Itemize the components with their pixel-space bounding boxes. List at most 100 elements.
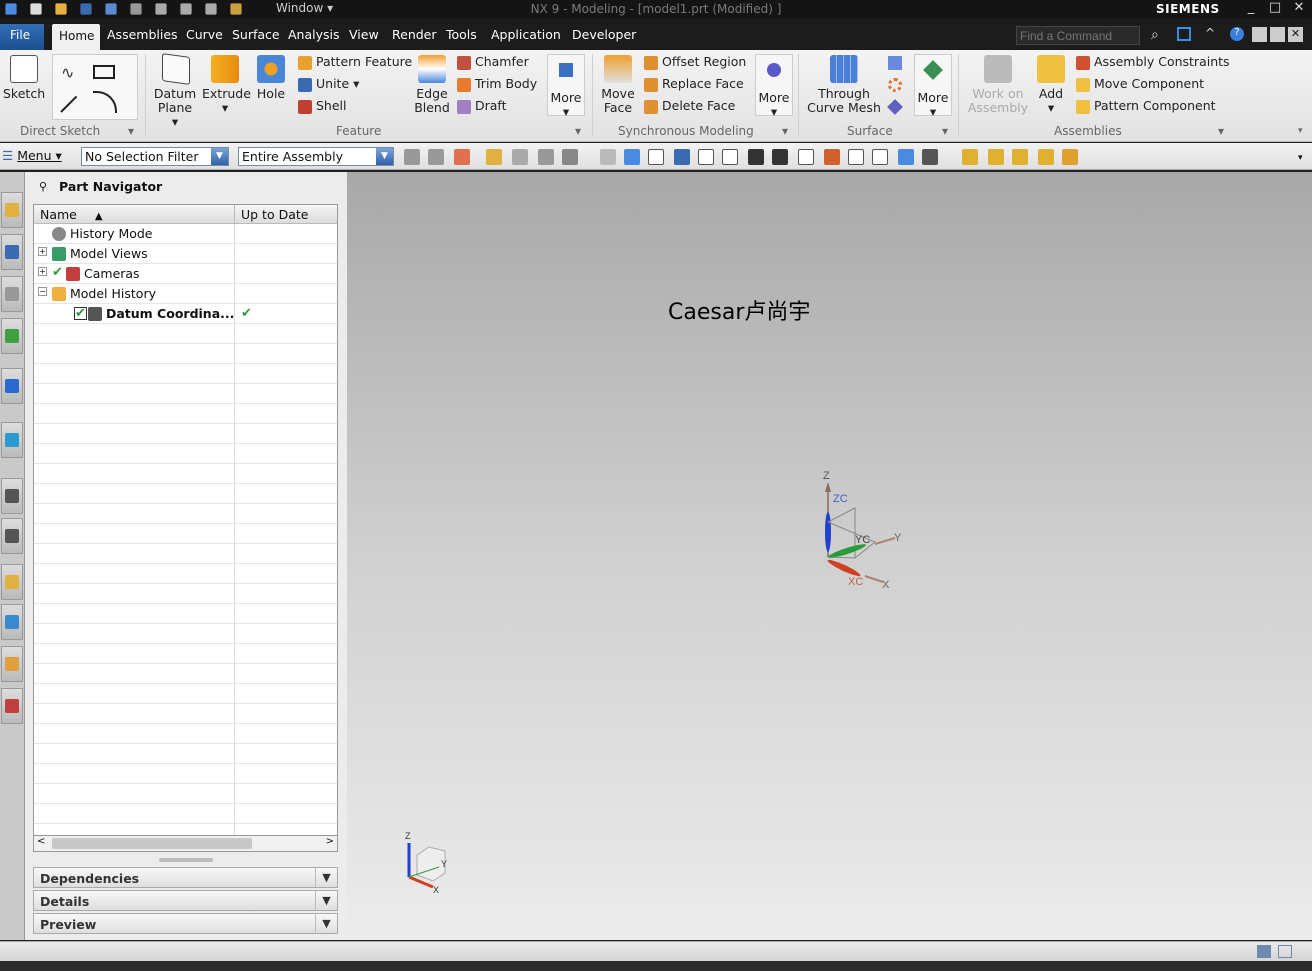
expand-icon[interactable]: +	[38, 247, 47, 256]
snap-settings-icon[interactable]	[674, 149, 690, 165]
offset-region-button[interactable]: Offset Region	[644, 54, 746, 70]
scrollbar-thumb[interactable]	[52, 838, 252, 849]
splitter-handle[interactable]	[159, 858, 213, 862]
tree-node[interactable]: History Mode	[34, 224, 337, 244]
trim-body-button[interactable]: Trim Body	[457, 76, 537, 92]
open-icon[interactable]	[55, 3, 67, 15]
details-section[interactable]: Details ▼	[33, 890, 338, 911]
system-scenes-icon[interactable]	[1, 688, 23, 724]
collapse-icon[interactable]: −	[38, 287, 47, 296]
column-header-up-to-date[interactable]: Up to Date	[234, 205, 314, 224]
sketch-curve-gallery[interactable]: ∿	[52, 54, 138, 120]
expand-icon[interactable]: +	[38, 267, 47, 276]
solid-body-icon[interactable]	[624, 149, 640, 165]
curve-point-icon[interactable]	[748, 149, 764, 165]
pin-icon[interactable]: ⚲	[39, 180, 47, 193]
arc-center-icon[interactable]	[798, 149, 814, 165]
close-button[interactable]: ✕	[1290, 1, 1308, 16]
tab-surface[interactable]: Surface	[232, 27, 280, 42]
system-materials-icon[interactable]	[1, 518, 23, 554]
unite-button[interactable]: Unite ▾	[298, 76, 359, 92]
process-studio-icon[interactable]	[1, 564, 23, 600]
selection-intent-icon[interactable]	[404, 149, 420, 165]
touch-mode-icon[interactable]	[230, 3, 242, 15]
group-menu-chevron-icon[interactable]: ▾	[128, 124, 134, 138]
group-menu-chevron-icon[interactable]: ▾	[575, 124, 581, 138]
sync-more-button[interactable]: More ▾	[755, 54, 793, 119]
redo-icon[interactable]	[130, 3, 142, 15]
replace-face-button[interactable]: Replace Face	[644, 76, 744, 92]
find-command-input[interactable]	[1016, 26, 1140, 45]
checkbox[interactable]: ✔	[74, 307, 87, 320]
doc-minimize-button[interactable]	[1252, 27, 1267, 42]
datum-plane-button[interactable]: Datum Plane ▾	[153, 53, 199, 129]
undo-icon[interactable]	[105, 3, 117, 15]
feature-more-button[interactable]: More ▾	[547, 54, 585, 119]
tree-node[interactable]: + ✔ Cameras	[34, 264, 337, 284]
part-navigator-icon[interactable]	[1, 276, 23, 312]
web-browser-icon[interactable]	[1, 422, 23, 458]
add-component-button[interactable]: Add ▾	[1034, 55, 1068, 115]
selection-scope-dropdown[interactable]: Entire Assembly ▼	[238, 147, 394, 166]
hd3d-tools-icon[interactable]	[1, 368, 23, 404]
horizontal-scrollbar[interactable]: < >	[33, 835, 338, 852]
select-type-icon[interactable]	[454, 149, 470, 165]
snap-point-toggle-icon[interactable]	[648, 149, 664, 165]
assembly-3-icon[interactable]	[1012, 149, 1028, 165]
point-on-face-icon[interactable]	[898, 149, 914, 165]
shell-button[interactable]: Shell	[298, 98, 347, 114]
toolbar-options-chevron-icon[interactable]: ▾	[1298, 153, 1303, 163]
tab-application[interactable]: Application	[491, 27, 561, 42]
tree-node[interactable]: + Model Views	[34, 244, 337, 264]
studio-spline-icon[interactable]: ∿	[61, 63, 74, 82]
intersection-icon[interactable]	[772, 149, 788, 165]
layout-icon[interactable]	[1278, 945, 1292, 958]
bounded-grid-icon[interactable]	[922, 149, 938, 165]
point-on-curve-icon[interactable]	[872, 149, 888, 165]
checkbox[interactable]: ✔	[52, 265, 63, 280]
tab-home[interactable]: Home	[52, 24, 100, 50]
assembly-2-icon[interactable]	[988, 149, 1004, 165]
delete-face-button[interactable]: Delete Face	[644, 98, 735, 114]
scroll-left-icon[interactable]: <	[37, 836, 45, 847]
scroll-right-icon[interactable]: >	[326, 836, 334, 847]
group-menu-chevron-icon[interactable]: ▾	[942, 124, 948, 138]
paste-icon[interactable]	[205, 3, 217, 15]
fit-screen-icon[interactable]	[1177, 27, 1191, 41]
group-menu-chevron-icon[interactable]: ▾	[782, 124, 788, 138]
datum-csys-triad[interactable]: Z ZC YC Y XC X	[787, 462, 927, 602]
work-on-assembly-button[interactable]: Work on Assembly	[964, 55, 1032, 115]
tab-view[interactable]: View	[349, 27, 379, 42]
surface-icon[interactable]	[887, 99, 903, 115]
ribbon-options-chevron-icon[interactable]: ▾	[1298, 126, 1303, 136]
full-screen-icon[interactable]	[1257, 945, 1271, 958]
dependencies-section[interactable]: Dependencies ▼	[33, 867, 338, 888]
manufacturing-wizards-icon[interactable]	[1, 604, 23, 640]
constraint-navigator-icon[interactable]	[1, 234, 23, 270]
edge-blend-button[interactable]: Edge Blend	[412, 55, 452, 115]
doc-close-button[interactable]: ✕	[1288, 27, 1303, 42]
tab-tools[interactable]: Tools	[446, 27, 477, 42]
face-icon[interactable]	[538, 149, 554, 165]
tab-analysis[interactable]: Analysis	[288, 27, 340, 42]
assembly-navigator-icon[interactable]	[1, 192, 23, 228]
pattern-feature-button[interactable]: Pattern Feature	[298, 54, 412, 70]
sketch-button[interactable]: Sketch	[3, 55, 45, 101]
assembly-constraints-button[interactable]: Assembly Constraints	[1076, 54, 1230, 70]
draft-button[interactable]: Draft	[457, 98, 507, 114]
rectangle-icon[interactable]	[93, 65, 115, 79]
save-icon[interactable]	[80, 3, 92, 15]
nx-logo-icon[interactable]	[5, 3, 17, 15]
tab-file[interactable]: File	[0, 24, 44, 50]
feature-select-icon[interactable]	[486, 149, 502, 165]
through-curve-mesh-button[interactable]: Through Curve Mesh	[805, 55, 883, 115]
doc-restore-button[interactable]	[1270, 27, 1285, 42]
group-menu-chevron-icon[interactable]: ▾	[1218, 124, 1224, 138]
history-icon[interactable]	[1, 478, 23, 514]
move-face-button[interactable]: Move Face	[598, 55, 638, 115]
surface-icon[interactable]	[888, 78, 902, 92]
assembly-5-icon[interactable]	[1062, 149, 1078, 165]
quadrant-icon[interactable]	[824, 149, 840, 165]
snap-icon[interactable]	[428, 149, 444, 165]
collapse-ribbon-icon[interactable]: ^	[1205, 26, 1215, 40]
